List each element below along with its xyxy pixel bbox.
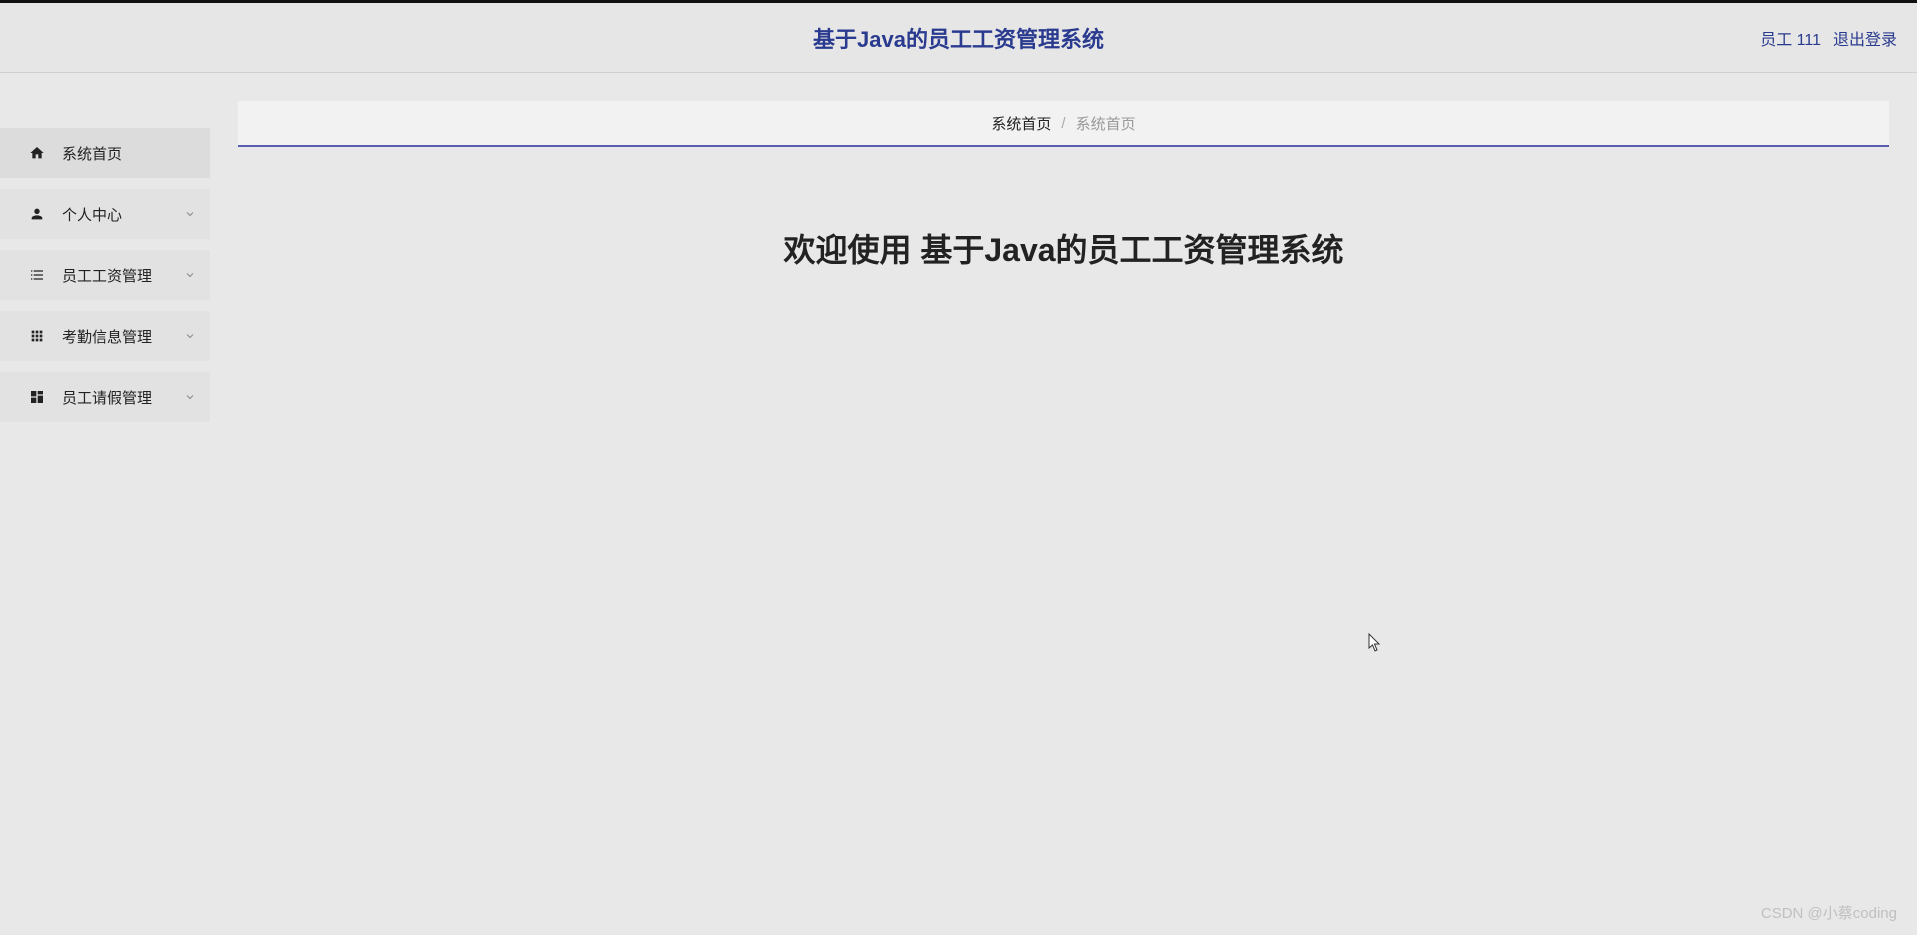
sidebar-item-salary[interactable]: 员工工资管理 [0,250,210,300]
breadcrumb-current: 系统首页 [1076,113,1136,134]
chevron-down-icon [184,330,196,342]
sidebar-item-label: 考勤信息管理 [62,326,184,347]
breadcrumb-root[interactable]: 系统首页 [991,113,1051,134]
current-user-label[interactable]: 员工 111 [1760,26,1821,50]
sidebar-item-label: 个人中心 [62,204,184,225]
breadcrumb: 系统首页 / 系统首页 [238,101,1889,147]
chevron-down-icon [184,208,196,220]
person-icon [28,205,46,223]
list-icon [28,266,46,284]
app-header: 基于Java的员工工资管理系统 员工 111 退出登录 [0,3,1917,73]
welcome-heading: 欢迎使用 基于Java的员工工资管理系统 [238,225,1889,271]
sidebar-nav: 系统首页 个人中心 员工工资管理 考勤信息管理 [0,73,210,932]
chevron-down-icon [184,269,196,281]
watermark-text: CSDN @小蔡coding [1761,902,1897,923]
grid-icon [28,327,46,345]
main-layout: 系统首页 个人中心 员工工资管理 考勤信息管理 [0,73,1917,932]
sidebar-item-label: 员工工资管理 [62,265,184,286]
logout-link[interactable]: 退出登录 [1833,26,1897,50]
dashboard-icon [28,388,46,406]
sidebar-item-label: 员工请假管理 [62,387,184,408]
main-content: 系统首页 / 系统首页 欢迎使用 基于Java的员工工资管理系统 [210,73,1917,932]
sidebar-item-home[interactable]: 系统首页 [0,128,210,178]
home-icon [28,144,46,162]
app-title: 基于Java的员工工资管理系统 [813,22,1104,54]
sidebar-item-leave[interactable]: 员工请假管理 [0,372,210,422]
breadcrumb-separator: / [1061,115,1065,132]
sidebar-item-profile[interactable]: 个人中心 [0,189,210,239]
chevron-down-icon [184,391,196,403]
sidebar-item-label: 系统首页 [62,143,196,164]
header-user-area: 员工 111 退出登录 [1760,26,1897,50]
sidebar-item-attendance[interactable]: 考勤信息管理 [0,311,210,361]
